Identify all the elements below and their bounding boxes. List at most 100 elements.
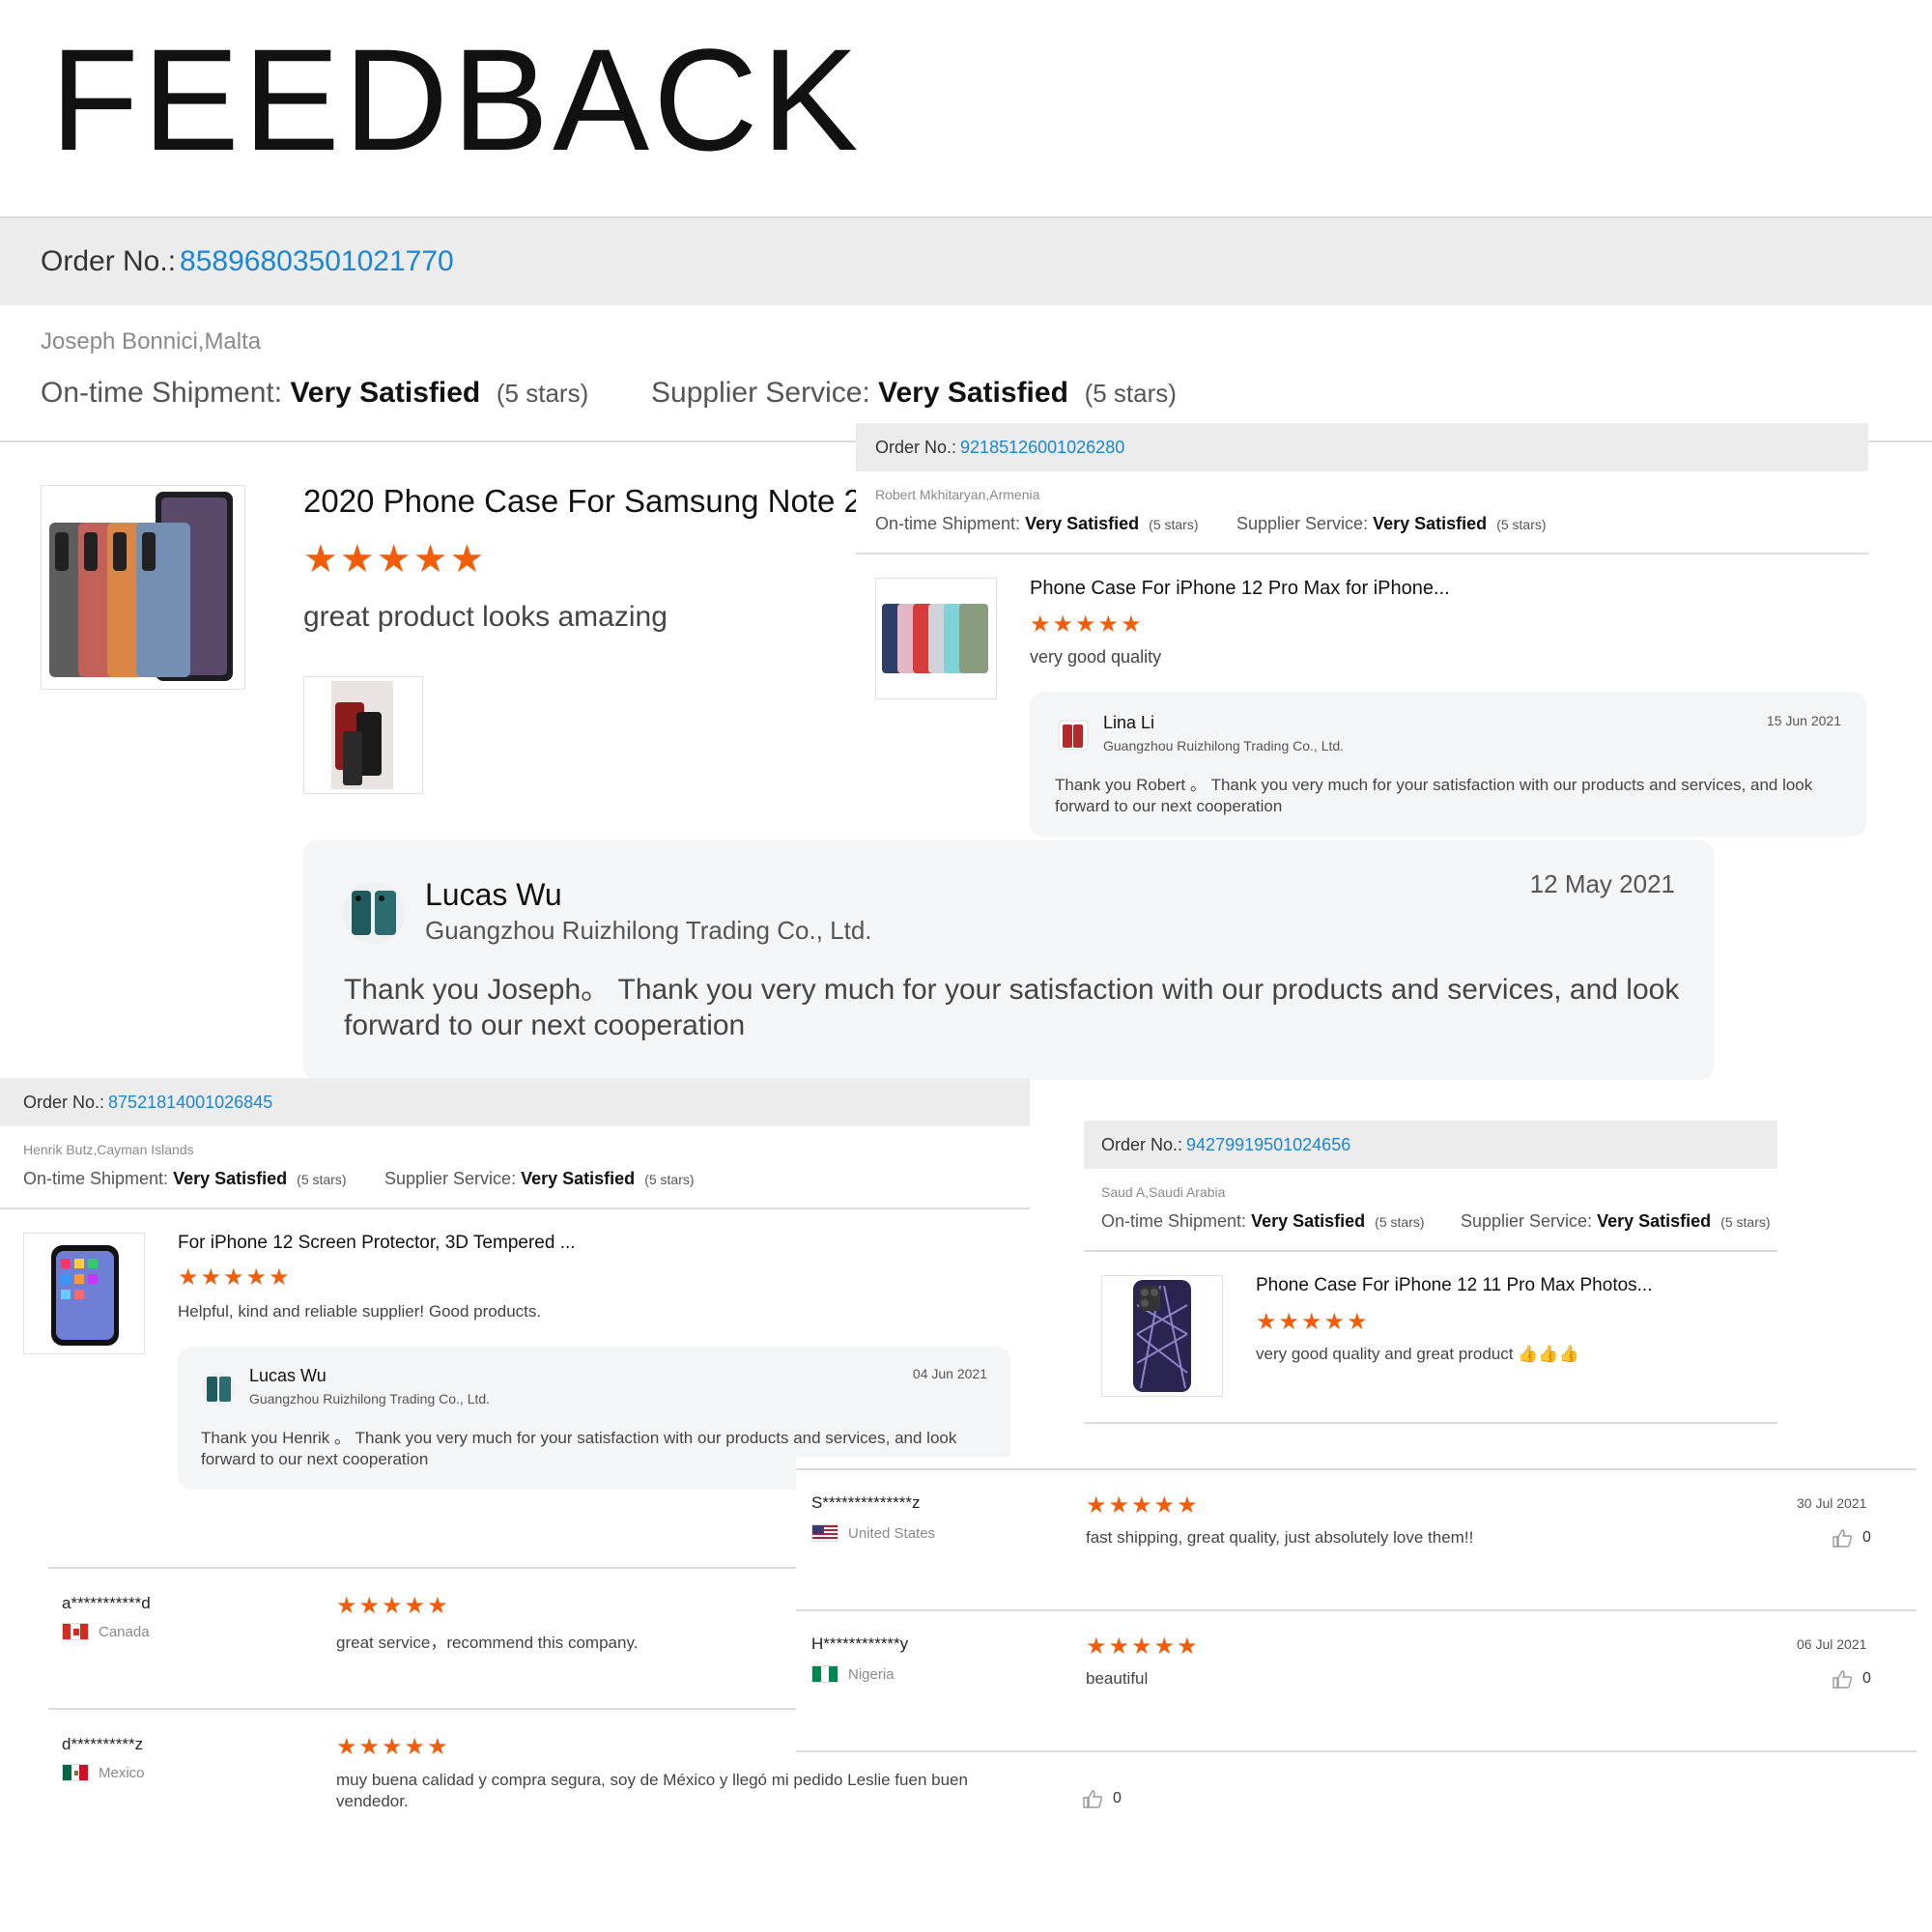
review-text: great product looks amazing <box>303 601 668 633</box>
flag-mexico-icon <box>62 1764 89 1781</box>
reviewer-name: H************y <box>811 1634 909 1653</box>
rating-stars: ★★★★★ <box>1256 1308 1370 1336</box>
review-text: muy buena calidad y compra segura, soy d… <box>336 1771 968 1810</box>
product-thumbnail[interactable] <box>23 1233 145 1354</box>
review-text: Helpful, kind and reliable supplier! Goo… <box>178 1302 542 1321</box>
flag-canada-icon <box>62 1623 89 1640</box>
rating-stars: ★★★★★ <box>178 1264 292 1292</box>
star-icon: ★★★★★ <box>303 538 487 581</box>
reviewer-country: United States <box>811 1524 935 1542</box>
reviewer-name: S**************z <box>811 1493 921 1512</box>
thumbs-up-icon <box>1833 1529 1853 1548</box>
order-label: Order No.: <box>41 245 177 277</box>
divider <box>0 1208 1030 1209</box>
ontime-rating: On-time Shipment: Very Satisfied (5 star… <box>41 377 589 409</box>
like-button[interactable]: 0 <box>1832 1669 1871 1689</box>
product-thumbnail[interactable] <box>875 578 997 699</box>
reviewer-country: Canada <box>62 1623 150 1640</box>
divider <box>48 1567 850 1569</box>
screen-protector-image <box>51 1245 119 1346</box>
order-bar-main: Order No.: 85896803501021770 <box>0 218 1932 305</box>
order-number-link[interactable]: 94279919501024656 <box>1186 1135 1350 1155</box>
divider <box>48 1708 850 1710</box>
reply-company: Guangzhou Ruizhilong Trading Co., Ltd. <box>425 916 872 945</box>
reply-company: Guangzhou Ruizhilong Trading Co., Ltd. <box>1103 738 1345 753</box>
reviewer-country: Mexico <box>62 1764 145 1781</box>
star-icon: ★★★★★ <box>336 1734 450 1760</box>
product-title[interactable]: 2020 Phone Case For Samsung Note 2 <box>303 483 856 520</box>
order-number-link[interactable]: 92185126001026280 <box>960 438 1124 458</box>
product-thumbnail[interactable] <box>41 485 245 690</box>
buyer-name: Henrik Butz,Cayman Islands <box>23 1142 194 1157</box>
divider <box>796 1468 1917 1470</box>
buyer-name: Joseph Bonnici,Malta <box>41 328 262 355</box>
avatar-phone-icon <box>1058 720 1089 751</box>
product-title[interactable]: For iPhone 12 Screen Protector, 3D Tempe… <box>178 1233 661 1254</box>
review-photo[interactable] <box>303 676 423 794</box>
phone-case-image <box>49 492 233 681</box>
reply-company: Guangzhou Ruizhilong Trading Co., Ltd. <box>249 1391 491 1406</box>
product-title[interactable]: Phone Case For iPhone 12 11 Pro Max Phot… <box>1256 1275 1758 1296</box>
order-number-link[interactable]: 87521814001026845 <box>108 1093 272 1113</box>
rating-stars: ★★★★★ <box>303 537 486 582</box>
ontime-rating: On-time Shipment: Very Satisfied (5 star… <box>1101 1211 1425 1231</box>
supplier-reply-main: Lucas Wu Guangzhou Ruizhilong Trading Co… <box>303 840 1714 1080</box>
review-date: 06 Jul 2021 <box>1797 1636 1867 1652</box>
buyer-name: Saud A,Saudi Arabia <box>1101 1184 1226 1200</box>
rating-stars: ★★★★★ <box>1030 611 1144 639</box>
order-number-link[interactable]: 85896803501021770 <box>180 245 454 278</box>
star-icon: ★★★★★ <box>1086 1634 1200 1660</box>
flag-nigeria-icon <box>811 1665 838 1683</box>
reply-date: 15 Jun 2021 <box>1766 713 1841 728</box>
ontime-rating: On-time Shipment: Very Satisfied (5 star… <box>875 514 1199 533</box>
flag-us-icon <box>811 1524 838 1542</box>
reviews-panel-right <box>796 1457 1917 1752</box>
divider <box>1084 1250 1777 1252</box>
rating-stars: ★★★★★ <box>336 1592 450 1620</box>
product-thumbnail[interactable] <box>1101 1275 1223 1397</box>
order-bar-henrik: Order No.: 87521814001026845 <box>0 1078 1030 1126</box>
review-text: fast shipping, great quality, just absol… <box>1086 1528 1474 1547</box>
thumbs-up-icon <box>1083 1790 1103 1808</box>
reply-message: Thank you Robert 。 Thank you very much f… <box>1055 776 1813 816</box>
star-icon: ★★★★★ <box>1086 1492 1200 1519</box>
reply-author: Lucas Wu <box>425 877 562 912</box>
reviewer-name: d**********z <box>62 1735 144 1753</box>
supplier-reply: Lina Li Guangzhou Ruizhilong Trading Co.… <box>1030 692 1866 837</box>
star-icon: ★★★★★ <box>336 1593 450 1619</box>
reply-author: Lucas Wu <box>249 1366 327 1385</box>
buyer-name: Robert Mkhitaryan,Armenia <box>875 487 1040 502</box>
ontime-rating: On-time Shipment: Very Satisfied (5 star… <box>23 1169 347 1188</box>
review-photo-image <box>331 681 393 789</box>
phone-case-image <box>1133 1280 1191 1392</box>
reply-date: 04 Jun 2021 <box>912 1366 987 1381</box>
thumbs-up-icon <box>1833 1670 1853 1689</box>
order-bar-robert: Order No.: 92185126001026280 <box>856 423 1868 471</box>
divider <box>856 553 1868 554</box>
rating-stars: ★★★★★ <box>1086 1492 1200 1520</box>
reply-message: Thank you Joseph。 Thank you very much fo… <box>344 974 1680 1041</box>
review-text: great service，recommend this company. <box>336 1634 639 1652</box>
order-bar-saud: Order No.: 94279919501024656 <box>1084 1121 1777 1169</box>
review-text: beautiful <box>1086 1669 1149 1688</box>
product-title[interactable]: Phone Case For iPhone 12 Pro Max for iPh… <box>1030 578 1513 600</box>
supplier-rating: Supplier Service: Very Satisfied (5 star… <box>651 377 1177 409</box>
phone-case-image <box>882 604 988 673</box>
star-icon: ★★★★★ <box>1256 1309 1370 1335</box>
rating-stars: ★★★★★ <box>1086 1633 1200 1661</box>
star-icon: ★★★★★ <box>178 1264 292 1291</box>
star-icon: ★★★★★ <box>1030 611 1144 638</box>
divider <box>796 1609 1917 1611</box>
page-title: FEEDBACK <box>50 18 863 181</box>
like-button[interactable]: 0 <box>1832 1528 1871 1548</box>
divider <box>1084 1422 1777 1424</box>
review-text: very good quality <box>1030 647 1162 667</box>
divider <box>796 1750 1917 1752</box>
reply-date: 12 May 2021 <box>1529 869 1675 898</box>
like-button[interactable]: 0 <box>1082 1789 1122 1808</box>
rating-stars: ★★★★★ <box>336 1733 450 1761</box>
supplier-rating: Supplier Service: Very Satisfied (5 star… <box>1236 514 1547 533</box>
reviewer-name: a***********d <box>62 1594 151 1612</box>
reviewer-country: Nigeria <box>811 1665 895 1683</box>
reply-author: Lina Li <box>1103 713 1155 732</box>
